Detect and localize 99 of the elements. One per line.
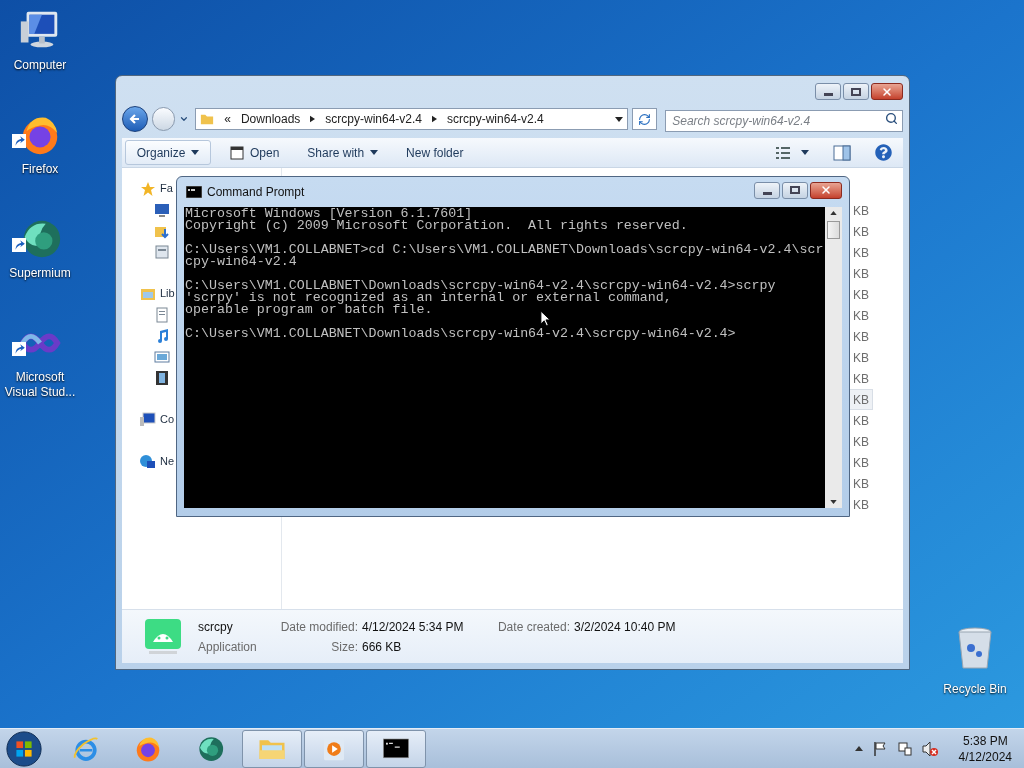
detail-label: Date created: [496,618,570,636]
scroll-up-icon[interactable] [830,211,837,215]
refresh-icon [637,112,651,126]
scroll-thumb[interactable] [827,221,840,239]
toolbar-button[interactable]: Organize [125,140,211,165]
star-icon [140,180,156,197]
console-line: operable program or batch file. [185,304,434,316]
caret-icon [191,150,200,155]
breadcrumb-separator-icon[interactable] [432,115,438,123]
nav-item-label[interactable]: Lib [160,285,175,302]
desktop-icon-label[interactable]: Recycle Bin [943,680,1007,698]
desktop-icon-label[interactable]: Supermium [0,266,80,281]
file-name: scrcpy [198,618,234,636]
console-icon [186,186,202,198]
detail-label: Date modified: [279,618,358,636]
file-size[interactable]: KB [849,389,873,410]
pictures-icon [154,348,170,365]
file-size[interactable]: KB [849,200,873,221]
scrollbar[interactable] [825,207,842,508]
file-size[interactable]: KB [849,452,873,473]
show-hidden-icons-icon[interactable] [854,746,863,751]
minimize-button[interactable] [754,181,780,199]
console-line: cpy-win64-v2.4 [185,256,298,268]
clock-date[interactable]: 4/12/2024 [958,748,1012,765]
close-button[interactable] [871,83,903,100]
taskbar-item[interactable] [366,729,426,768]
desktop-icon-label[interactable]: Firefox [0,162,80,177]
history-dropdown-icon[interactable] [179,114,190,124]
clock-time[interactable]: 5:38 PM [962,732,1008,749]
computer-icon [140,411,156,428]
breadcrumb-segment[interactable]: Downloads [240,110,301,128]
window-icon [230,145,244,160]
breadcrumb-overflow[interactable]: « [224,110,231,128]
refresh-button[interactable] [631,108,658,130]
back-button[interactable] [122,106,148,132]
console-line: Copyright (c) 2009 Microsoft Corporation. All rights reserved. [185,220,689,232]
file-size[interactable]: KB [849,326,873,347]
dropdown-caret-icon[interactable] [614,116,623,122]
network-icon[interactable] [896,740,913,757]
detail-label: Size: [330,638,358,656]
desktop-icon [154,201,170,218]
speaker-icon[interactable] [921,740,938,757]
help-icon[interactable] [875,144,892,161]
console-line: C:\Users\VM1.COLLABNET\Downloads\scrcpy-win64-v2.4\scrcpy-win64-v2.4>scrpy [185,280,777,292]
close-icon [820,184,832,196]
back-arrow-icon [128,113,141,125]
recent-icon [154,243,170,260]
file-size[interactable]: KB [849,221,873,242]
toolbar-button[interactable]: New folder [397,140,473,165]
search-icon[interactable] [885,112,898,125]
console-line: C:\Users\VM1.COLLABNET\Downloads\scrcpy-win64-v2.4\scrcpy-win64-v2.4> [185,328,737,340]
mouse-cursor-icon [540,310,551,327]
desktop-icon-label[interactable]: Microsoft Visual Stud... [0,370,80,400]
file-size[interactable]: KB [849,473,873,494]
android-app-icon [144,617,182,656]
file-size[interactable]: KB [849,242,873,263]
file-size[interactable]: KB [849,347,873,368]
nav-item-label[interactable]: Co [160,411,175,428]
file-size[interactable]: KB [849,263,873,284]
videos-icon [154,369,170,386]
minimize-button[interactable] [815,83,841,100]
file-size[interactable]: KB [849,305,873,326]
console-line: Microsoft Windows [Version 6.1.7601] [185,208,473,220]
breadcrumb-segment[interactable]: scrcpy-win64-v2.4 [325,110,423,128]
maximize-button[interactable] [843,83,869,100]
nav-item-label[interactable]: Fa [160,180,173,197]
scroll-down-icon[interactable] [830,500,837,504]
detail-value: 666 KB [362,638,403,656]
breadcrumb-separator-icon[interactable] [310,115,316,123]
preview-pane-icon[interactable] [833,144,851,161]
file-size[interactable]: KB [849,284,873,305]
close-button[interactable] [810,181,842,199]
file-size[interactable]: KB [849,431,873,452]
toolbar-button[interactable]: Open [221,140,289,165]
file-size[interactable]: KB [849,368,873,389]
caret-icon [801,150,809,155]
file-size[interactable]: KB [849,410,873,431]
detail-value: 4/12/2024 5:34 PM [362,618,465,636]
maximize-button[interactable] [782,181,808,199]
start-button[interactable] [4,729,44,768]
search-field[interactable]: Search scrcpy-win64-v2.4 [665,110,903,132]
nav-item-label[interactable]: Ne [160,453,175,470]
list-view-icon [775,145,791,160]
flag-icon[interactable] [871,740,888,757]
caret-icon [370,150,379,155]
address-bar[interactable]: « Downloads scrcpy-win64-v2.4 scrcpy-win64-v2.4 [195,108,628,130]
file-type: Application [198,638,258,656]
network-icon [140,453,156,470]
window-title: Command Prompt [207,184,305,201]
desktop-icon-label[interactable]: Computer [0,58,80,73]
file-size[interactable]: KB [849,494,873,515]
breadcrumb-segment[interactable]: scrcpy-win64-v2.4 [447,110,544,128]
detail-value: 3/2/2024 10:40 PM [574,618,676,636]
documents-icon [154,306,170,323]
toolbar-button[interactable]: Share with [298,140,388,165]
close-icon [881,85,893,98]
console-line: 'scrpy' is not recognized as an internal or external command, [185,292,672,304]
view-options-button[interactable] [775,145,809,160]
console-line: C:\Users\VM1.COLLABNET>cd C:\Users\VM1.COLLABNET\Downloads\scrcpy-win64-v2.4\scr [185,244,825,256]
